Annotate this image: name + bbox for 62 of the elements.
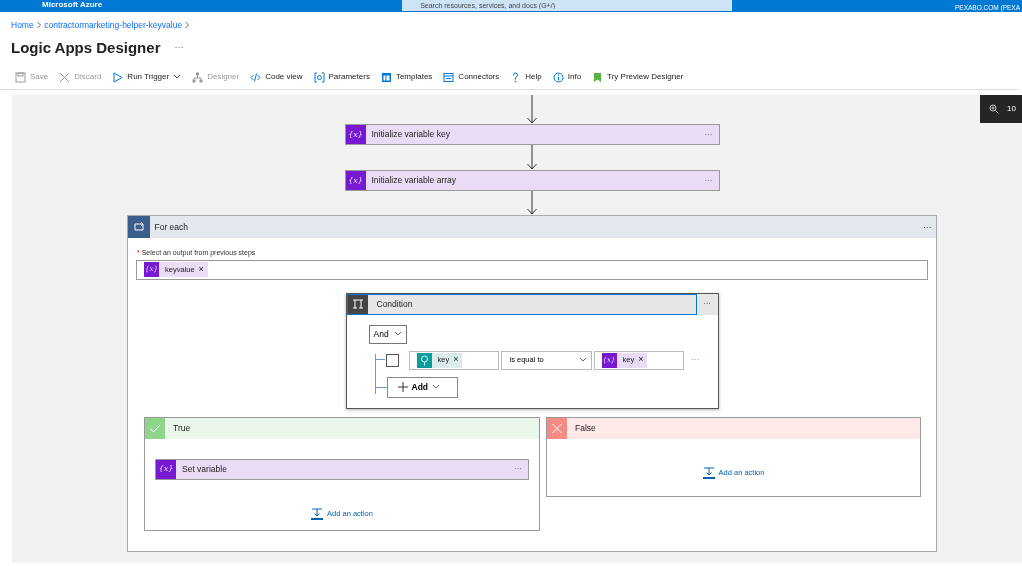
branch-title: True xyxy=(173,421,191,435)
toolbar-button[interactable]: Code view xyxy=(250,71,303,83)
action-title: Initialize variable array xyxy=(371,174,458,187)
toolbar-button[interactable]: Templates xyxy=(380,71,433,83)
hierarchy-icon xyxy=(192,71,204,83)
remove-button[interactable]: × xyxy=(638,353,644,367)
more-menu[interactable]: ··· xyxy=(514,463,522,475)
remove-button[interactable]: × xyxy=(453,353,459,367)
operator-dropdown[interactable]: And xyxy=(368,324,407,344)
connectors-icon xyxy=(443,71,455,83)
toolbar-button[interactable]: Info xyxy=(552,71,582,83)
toolbar-button[interactable]: Try Preview Designer xyxy=(592,71,684,83)
toolbar-button[interactable]: Parameters xyxy=(313,71,370,83)
arrow-icon xyxy=(526,145,538,170)
action-card[interactable]: {x} Initialize variable array ··· xyxy=(344,170,720,191)
branch-title: False xyxy=(575,421,596,435)
variable-icon: {x} xyxy=(345,125,366,144)
close-icon xyxy=(59,71,71,83)
trigger-icon xyxy=(416,352,432,368)
add-action-icon xyxy=(702,466,715,479)
info-icon xyxy=(552,71,564,83)
zoom-in-icon xyxy=(989,104,999,114)
action-title: Initialize variable key xyxy=(371,128,451,141)
checkbox[interactable] xyxy=(385,353,399,367)
plus-icon xyxy=(397,382,408,392)
more-menu[interactable]: ··· xyxy=(704,174,713,187)
play-icon xyxy=(112,71,124,83)
chevron-down-icon xyxy=(432,384,441,390)
arrow-icon xyxy=(526,95,538,124)
action-card[interactable]: {x} Initialize variable key ··· xyxy=(344,124,720,145)
flag-icon xyxy=(592,71,604,83)
more-menu[interactable]: ··· xyxy=(923,220,932,234)
condition-header[interactable]: Condition xyxy=(346,293,697,315)
toolbar-button[interactable]: Run Trigger xyxy=(112,71,182,83)
breadcrumb-link[interactable]: Home xyxy=(11,18,34,32)
variable-icon: {x} xyxy=(345,171,366,190)
breadcrumb-link[interactable]: contractormarketing-helper-keyvalue xyxy=(44,18,183,32)
action-title: Set variable xyxy=(182,462,228,476)
arrow-icon xyxy=(526,191,538,215)
chevron-down-icon xyxy=(578,357,587,363)
chevron-icon xyxy=(184,21,191,29)
more-menu[interactable]: ··· xyxy=(174,41,184,55)
chevron-down-icon xyxy=(173,74,182,80)
remove-button[interactable]: × xyxy=(198,262,204,277)
add-action-icon xyxy=(311,507,324,520)
brand-name: Microsoft Azure xyxy=(42,0,103,10)
page-title: Logic Apps Designer xyxy=(11,37,161,58)
code-icon xyxy=(250,71,262,83)
action-card[interactable]: {x} Set variable ··· xyxy=(155,458,529,480)
parameters-icon xyxy=(313,71,325,83)
more-menu[interactable]: ··· xyxy=(704,128,713,141)
chevron-down-icon xyxy=(393,331,402,337)
toolbar-button[interactable]: Help xyxy=(510,71,542,83)
toolbar-button[interactable]: Connectors xyxy=(443,71,500,83)
zoom-level: 10 xyxy=(1007,103,1016,115)
variable-icon: {x} xyxy=(156,459,176,479)
templates-icon xyxy=(380,71,392,83)
save-icon xyxy=(15,71,26,83)
zoom-control[interactable]: 10 xyxy=(980,95,1022,123)
chevron-icon xyxy=(35,21,42,29)
loop-title: For each xyxy=(154,220,190,234)
more-menu[interactable]: ··· xyxy=(696,293,718,315)
